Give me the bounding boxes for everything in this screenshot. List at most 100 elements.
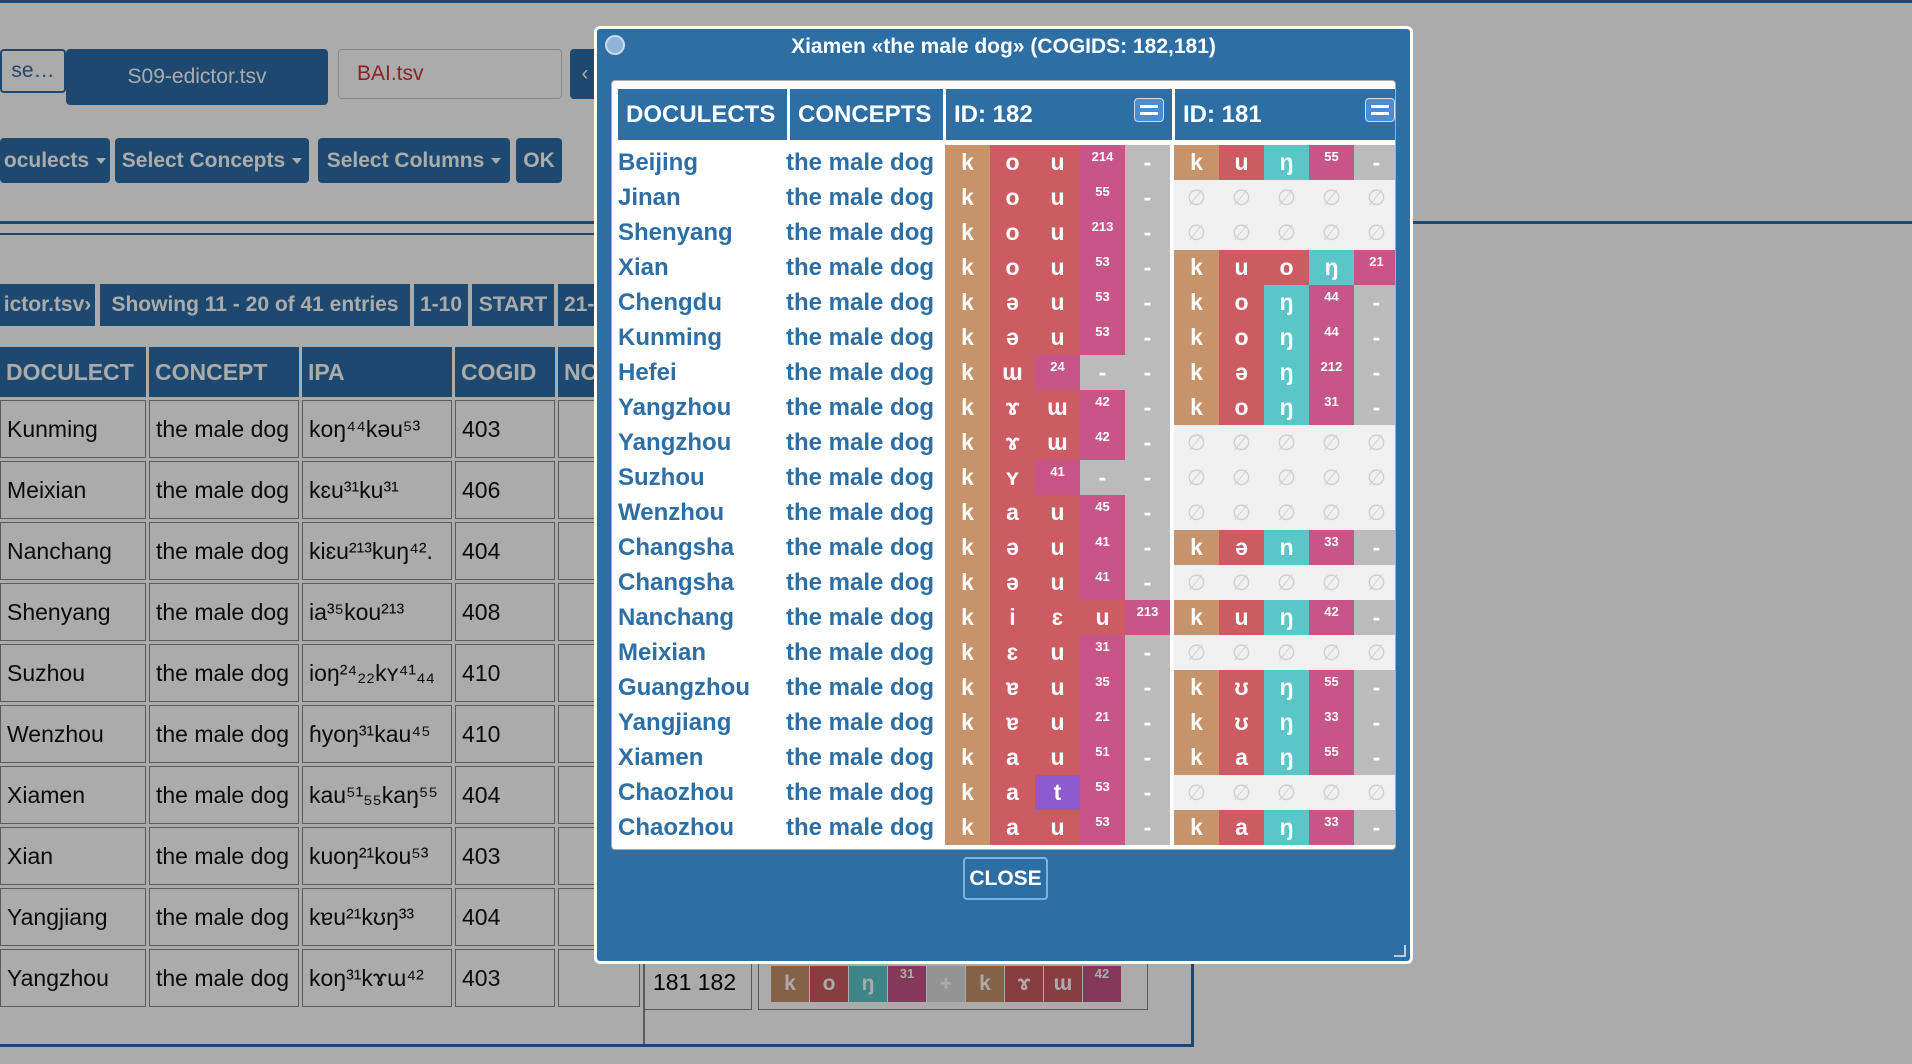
segment-cell: 214 (1080, 145, 1125, 180)
concept-label[interactable]: the male dog (786, 460, 934, 495)
segment-cell: u (1035, 285, 1080, 320)
doculect-label[interactable]: Xian (618, 250, 669, 285)
segment-cell: k (1174, 285, 1219, 320)
doculect-label[interactable]: Nanchang (618, 600, 734, 635)
cogid-181-label: ID: 181 (1183, 100, 1262, 128)
segment-cell: o (1219, 320, 1264, 355)
doculect-label[interactable]: Chaozhou (618, 775, 734, 810)
doculect-label[interactable]: Yangjiang (618, 705, 731, 740)
concept-label[interactable]: the male dog (786, 565, 934, 600)
empty-segment-cell: ∅ (1174, 425, 1219, 460)
concept-label[interactable]: the male dog (786, 495, 934, 530)
segment-cell: 53 (1080, 285, 1125, 320)
alignment-row: Jinan the male dog k o u 55- ∅ ∅ ∅ ∅ ∅ (612, 180, 1395, 215)
concept-label[interactable]: the male dog (786, 320, 934, 355)
concept-label[interactable]: the male dog (786, 775, 934, 810)
segment-cell: k (945, 355, 990, 390)
doculect-label[interactable]: Guangzhou (618, 670, 750, 705)
segment-cell: k (945, 285, 990, 320)
concept-label[interactable]: the male dog (786, 530, 934, 565)
segment-cell: - (1125, 705, 1170, 740)
segment-cell: - (1125, 390, 1170, 425)
segment-cell: 55 (1309, 740, 1354, 775)
doculect-label[interactable]: Yangzhou (618, 390, 731, 425)
segment-cell: 42 (1080, 425, 1125, 460)
segment-cell: u (1035, 740, 1080, 775)
concept-label[interactable]: the male dog (786, 215, 934, 250)
segment-cell: 42 (1080, 390, 1125, 425)
segment-cell: 51 (1080, 740, 1125, 775)
doculect-label[interactable]: Wenzhou (618, 495, 724, 530)
concept-label[interactable]: the male dog (786, 635, 934, 670)
doculect-label[interactable]: Shenyang (618, 215, 733, 250)
segment-cell: k (1174, 810, 1219, 845)
alignment-row: Beijing the male dog k o u 214- k u ŋ 55- (612, 145, 1395, 180)
concept-label[interactable]: the male dog (786, 180, 934, 215)
doculect-label[interactable]: Meixian (618, 635, 706, 670)
segment-cell: 33 (1309, 705, 1354, 740)
segment-cell: a (990, 810, 1035, 845)
concept-label[interactable]: the male dog (786, 600, 934, 635)
segment-cell: 55 (1309, 670, 1354, 705)
segment-cell: u (1035, 810, 1080, 845)
segment-cell: u (1035, 320, 1080, 355)
segment-cell: 33 (1309, 530, 1354, 565)
empty-segment-cell: ∅ (1264, 565, 1309, 600)
concept-label[interactable]: the male dog (786, 285, 934, 320)
doculect-label[interactable]: Kunming (618, 320, 722, 355)
doculect-label[interactable]: Beijing (618, 145, 698, 180)
doculect-label[interactable]: Chengdu (618, 285, 722, 320)
segment-cell: ɛ (990, 635, 1035, 670)
empty-segment-cell: ∅ (1309, 565, 1354, 600)
doculect-label[interactable]: Hefei (618, 355, 677, 390)
segment-cell: - (1125, 740, 1170, 775)
segment-cell: k (945, 565, 990, 600)
concept-label[interactable]: the male dog (786, 670, 934, 705)
empty-segment-cell: ∅ (1174, 215, 1219, 250)
concept-label[interactable]: the male dog (786, 250, 934, 285)
segment-cell: ŋ (1264, 600, 1309, 635)
doculect-label[interactable]: Xiamen (618, 740, 703, 775)
doculect-label[interactable]: Yangzhou (618, 425, 731, 460)
alignment-row: Changsha the male dog k ə u 41- ∅ ∅ ∅ ∅ ∅ (612, 565, 1395, 600)
empty-segment-cell: ∅ (1174, 180, 1219, 215)
empty-segment-cell: ∅ (1219, 180, 1264, 215)
concept-label[interactable]: the male dog (786, 145, 934, 180)
segment-cell: - (1125, 355, 1170, 390)
close-button[interactable]: CLOSE (963, 857, 1048, 900)
segment-cell: - (1125, 635, 1170, 670)
segment-cell: k (1174, 705, 1219, 740)
concept-label[interactable]: the male dog (786, 355, 934, 390)
menu-icon[interactable] (1134, 98, 1164, 122)
segment-cell: - (1354, 705, 1395, 740)
segment-cell: - (1125, 145, 1170, 180)
alignment-row: Suzhou the male dog k ʏ 41- - ∅ ∅ ∅ ∅ ∅ (612, 460, 1395, 495)
segment-cell: ʊ (1219, 705, 1264, 740)
empty-segment-cell: ∅ (1264, 775, 1309, 810)
empty-segment-cell: ∅ (1354, 775, 1395, 810)
segment-cell: k (1174, 670, 1219, 705)
doculect-label[interactable]: Jinan (618, 180, 681, 215)
resize-grip-icon[interactable] (1394, 945, 1406, 957)
concept-label[interactable]: the male dog (786, 390, 934, 425)
segment-cell: ŋ (1264, 390, 1309, 425)
concept-label[interactable]: the male dog (786, 810, 934, 845)
concept-label[interactable]: the male dog (786, 740, 934, 775)
doculect-label[interactable]: Changsha (618, 565, 734, 600)
segment-cell: u (1080, 600, 1125, 635)
segment-cell: 31 (1309, 390, 1354, 425)
segment-cell: ɐ (990, 705, 1035, 740)
doculect-label[interactable]: Changsha (618, 530, 734, 565)
concept-label[interactable]: the male dog (786, 705, 934, 740)
menu-icon[interactable] (1365, 98, 1395, 122)
alignment-row: Kunming the male dog k ə u 53- k o ŋ 44- (612, 320, 1395, 355)
doculect-label[interactable]: Chaozhou (618, 810, 734, 845)
segment-cell: ɯ (1035, 425, 1080, 460)
segment-cell: ŋ (1264, 355, 1309, 390)
empty-segment-cell: ∅ (1309, 180, 1354, 215)
segment-cell: ɯ (1035, 390, 1080, 425)
segment-cell: u (1035, 180, 1080, 215)
segment-cell: o (1264, 250, 1309, 285)
concept-label[interactable]: the male dog (786, 425, 934, 460)
doculect-label[interactable]: Suzhou (618, 460, 705, 495)
